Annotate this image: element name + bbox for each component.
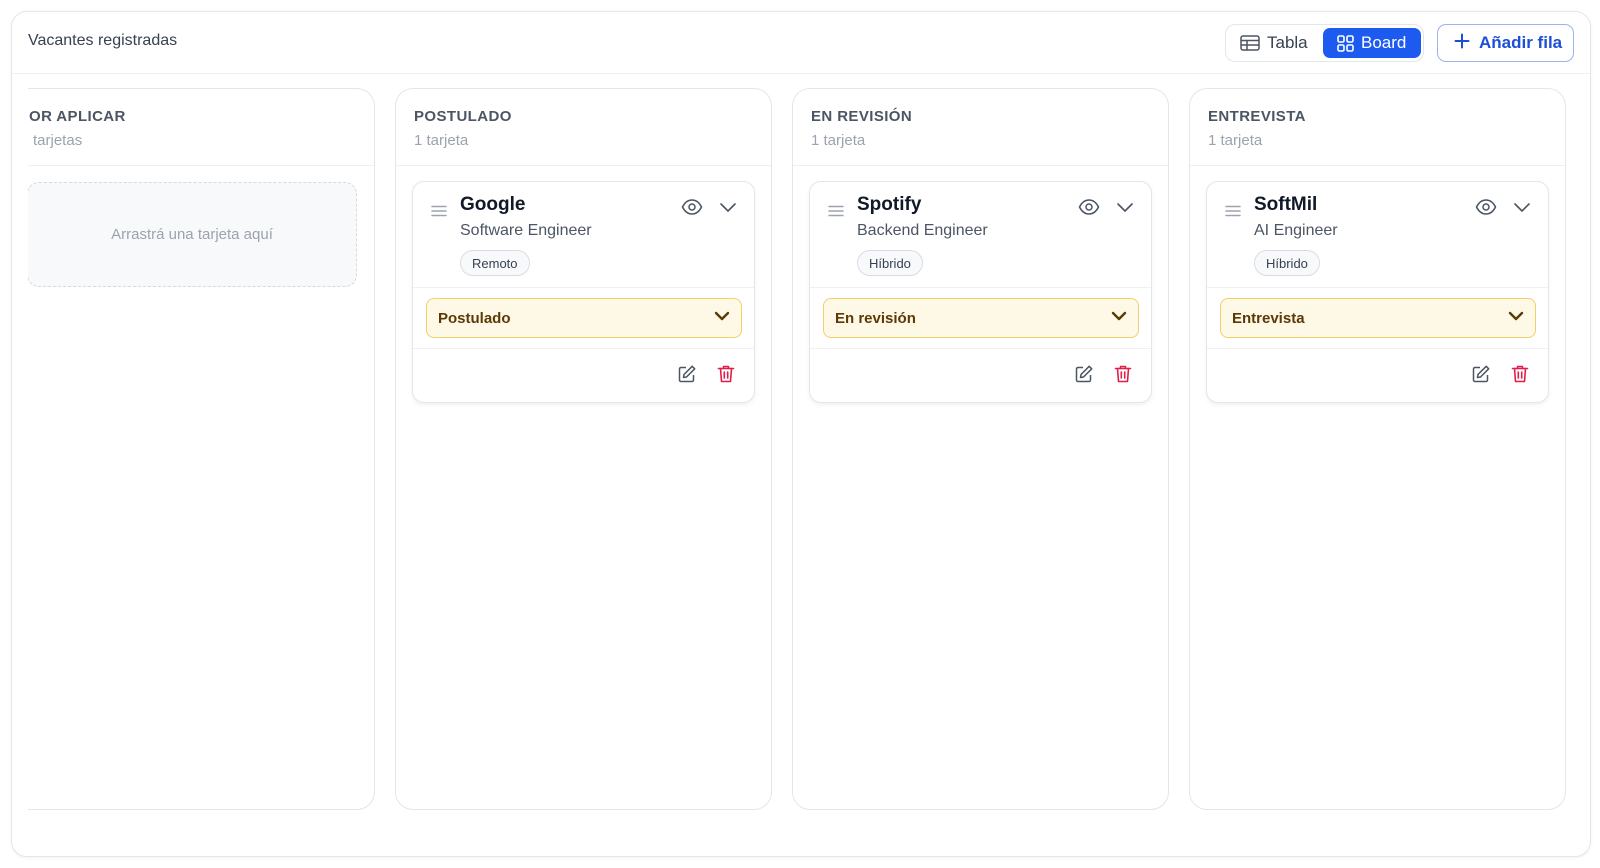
column-count: 1 tarjeta	[414, 132, 469, 149]
card-header: Spotify Backend Engineer Híbrido	[810, 182, 1151, 288]
column-header: EN REVISIÓN 1 tarjeta	[793, 89, 1168, 166]
panel-header: Vacantes registradas Tabla Board Añadir …	[12, 12, 1590, 74]
column-header: OR APLICAR tarjetas	[28, 89, 374, 166]
card-modality-tag: Remoto	[460, 250, 530, 276]
card-status-row: En revisión	[810, 288, 1151, 349]
add-row-label: Añadir fila	[1479, 33, 1563, 52]
dropzone-label: Arrastrá una tarjeta aquí	[111, 226, 273, 243]
column-count: 1 tarjeta	[1208, 132, 1263, 149]
view-board-button[interactable]: Board	[1323, 28, 1421, 58]
view-board-label: Board	[1361, 33, 1407, 52]
edit-icon[interactable]	[677, 364, 697, 389]
drag-handle-icon[interactable]	[431, 204, 447, 222]
edit-icon[interactable]	[1471, 364, 1491, 389]
chevron-down-icon[interactable]	[1116, 198, 1134, 221]
plus-icon	[1454, 33, 1470, 54]
column-por-aplicar: OR APLICAR tarjetas Arrastrá una tarjeta…	[28, 88, 375, 810]
card-modality-tag: Híbrido	[1254, 250, 1320, 276]
status-value: Entrevista	[1232, 309, 1305, 327]
status-select[interactable]: Entrevista	[1220, 298, 1536, 338]
chevron-down-icon	[713, 309, 731, 327]
eye-icon[interactable]	[1078, 198, 1100, 221]
card-modality-tag: Híbrido	[857, 250, 923, 276]
column-entrevista: ENTREVISTA 1 tarjeta SoftMil AI Engineer…	[1189, 88, 1566, 810]
card-role: Software Engineer	[460, 222, 592, 239]
job-card[interactable]: Google Software Engineer Remoto Postulad…	[412, 181, 755, 403]
job-card[interactable]: SoftMil AI Engineer Híbrido Entrevista	[1206, 181, 1549, 403]
column-title: EN REVISIÓN	[811, 108, 913, 125]
column-en-revision: EN REVISIÓN 1 tarjeta Spotify Backend En…	[792, 88, 1169, 810]
chevron-down-icon[interactable]	[1513, 198, 1531, 221]
card-header: Google Software Engineer Remoto	[413, 182, 754, 288]
drag-handle-icon[interactable]	[828, 204, 844, 222]
card-company: Google	[460, 194, 526, 215]
card-status-row: Postulado	[413, 288, 754, 349]
card-header: SoftMil AI Engineer Híbrido	[1207, 182, 1548, 288]
trash-icon[interactable]	[1113, 364, 1133, 389]
table-icon	[1240, 35, 1260, 51]
card-role: AI Engineer	[1254, 222, 1338, 239]
column-title: OR APLICAR	[29, 108, 126, 125]
empty-dropzone[interactable]: Arrastrá una tarjeta aquí	[28, 182, 357, 287]
card-company: SoftMil	[1254, 194, 1318, 215]
column-header: POSTULADO 1 tarjeta	[396, 89, 771, 166]
chevron-down-icon	[1110, 309, 1128, 327]
drag-handle-icon[interactable]	[1225, 204, 1241, 222]
chevron-down-icon[interactable]	[719, 198, 737, 221]
trash-icon[interactable]	[1510, 364, 1530, 389]
column-count: tarjetas	[33, 132, 83, 149]
column-title: POSTULADO	[414, 108, 512, 125]
status-value: Postulado	[438, 309, 511, 327]
board-scroll-area[interactable]: OR APLICAR tarjetas Arrastrá una tarjeta…	[28, 88, 1576, 846]
trash-icon[interactable]	[716, 364, 736, 389]
card-role: Backend Engineer	[857, 222, 988, 239]
job-card[interactable]: Spotify Backend Engineer Híbrido En revi…	[809, 181, 1152, 403]
board-panel: Vacantes registradas Tabla Board Añadir …	[11, 11, 1591, 857]
eye-icon[interactable]	[681, 198, 703, 221]
card-company: Spotify	[857, 194, 922, 215]
eye-icon[interactable]	[1475, 198, 1497, 221]
view-toggle: Tabla Board	[1225, 24, 1424, 62]
chevron-down-icon	[1507, 309, 1525, 327]
column-header: ENTREVISTA 1 tarjeta	[1190, 89, 1565, 166]
grid-icon	[1337, 34, 1354, 52]
status-select[interactable]: Postulado	[426, 298, 742, 338]
column-count: 1 tarjeta	[811, 132, 866, 149]
view-tabla-button[interactable]: Tabla	[1240, 28, 1308, 58]
column-postulado: POSTULADO 1 tarjeta Google Software Engi…	[395, 88, 772, 810]
column-title: ENTREVISTA	[1208, 108, 1306, 125]
card-status-row: Entrevista	[1207, 288, 1548, 349]
panel-title: Vacantes registradas	[28, 32, 178, 49]
status-value: En revisión	[835, 309, 916, 327]
add-row-button[interactable]: Añadir fila	[1437, 24, 1574, 62]
status-select[interactable]: En revisión	[823, 298, 1139, 338]
view-tabla-label: Tabla	[1267, 33, 1308, 52]
edit-icon[interactable]	[1074, 364, 1094, 389]
